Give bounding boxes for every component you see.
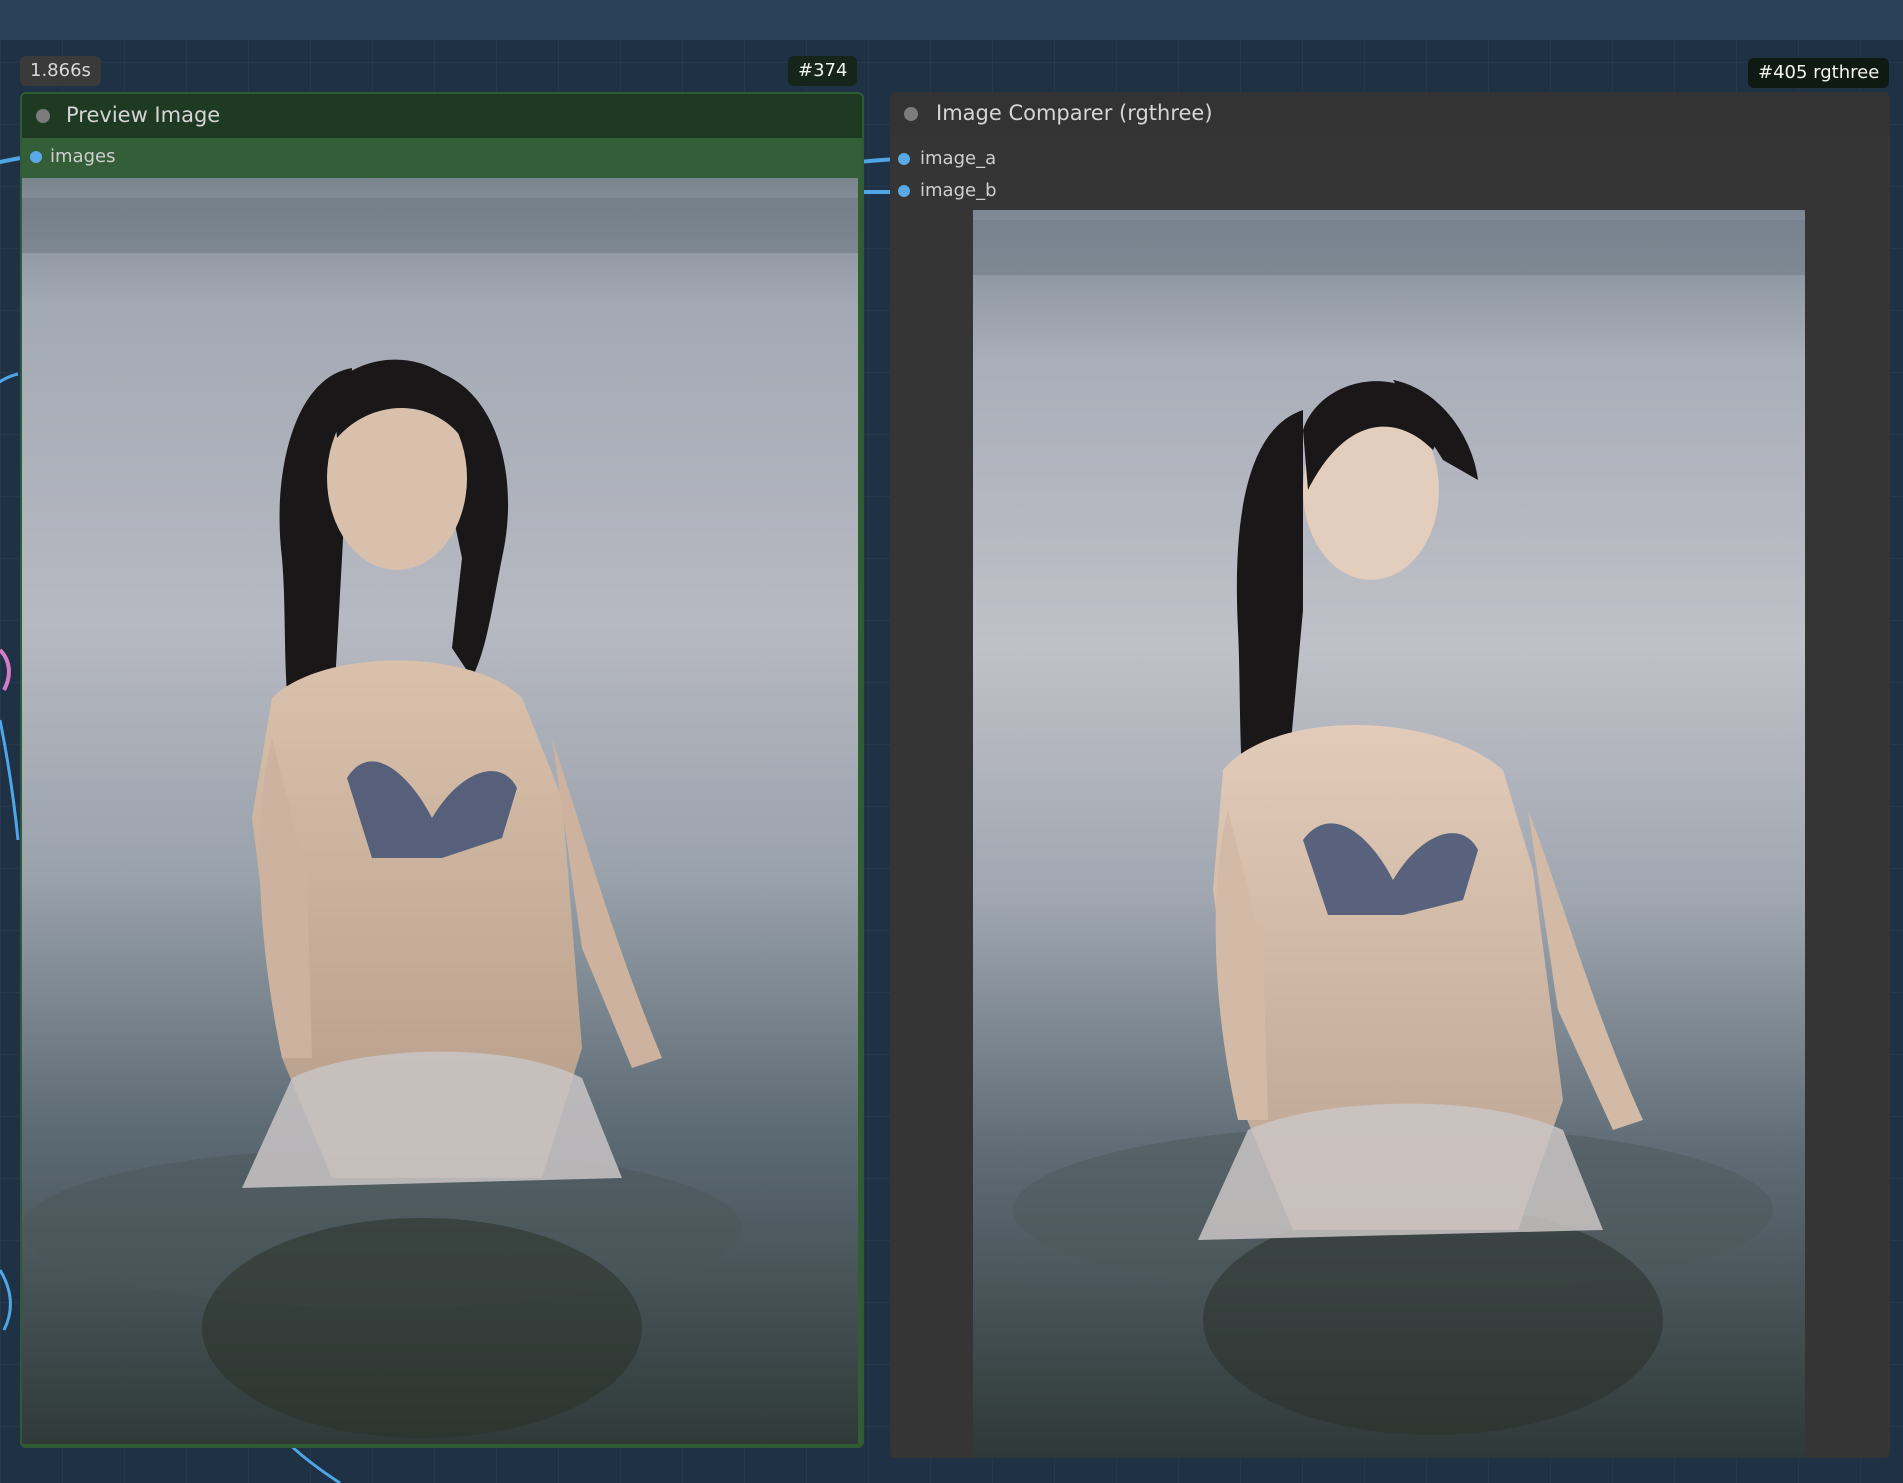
execution-time-badge: 1.866s: [20, 56, 101, 86]
node-title-bar[interactable]: Preview Image: [22, 94, 862, 138]
comparer-image[interactable]: [973, 210, 1805, 1458]
circle-dot-icon[interactable]: [904, 107, 918, 121]
preview-image: [22, 178, 858, 1444]
node-inputs: images: [22, 138, 862, 178]
input-label-images: images: [50, 146, 116, 167]
input-label-image-b: image_b: [920, 180, 997, 201]
input-slot-dot-icon[interactable]: [898, 153, 910, 165]
image-comparer-node[interactable]: Image Comparer (rgthree) image_a image_b: [890, 92, 1890, 1458]
wire-left-edge-mid: [0, 719, 20, 841]
wire-images-input: [0, 156, 21, 165]
node-title-bar[interactable]: Image Comparer (rgthree): [890, 92, 1890, 136]
input-slot-dot-icon[interactable]: [898, 185, 910, 197]
wire-left-edge-upper: [0, 372, 19, 384]
input-slot-dot-icon[interactable]: [30, 151, 42, 163]
circle-dot-icon[interactable]: [36, 109, 50, 123]
workflow-canvas[interactable]: 1.866s #374 #405 rgthree Preview Image i…: [0, 0, 1903, 1483]
node-id-badge-405: #405 rgthree: [1748, 58, 1890, 88]
node-title: Image Comparer (rgthree): [936, 101, 1213, 125]
node-id-badge-374: #374: [788, 56, 858, 86]
wire-left-edge-pink: [0, 648, 11, 691]
preview-photo-placeholder: [22, 178, 858, 1444]
input-label-image-a: image_a: [920, 148, 997, 169]
wire-left-edge-lower: [0, 1269, 12, 1331]
preview-image-node[interactable]: Preview Image images: [20, 92, 864, 1448]
comparer-photo-placeholder: [973, 210, 1805, 1458]
node-title: Preview Image: [66, 103, 221, 127]
